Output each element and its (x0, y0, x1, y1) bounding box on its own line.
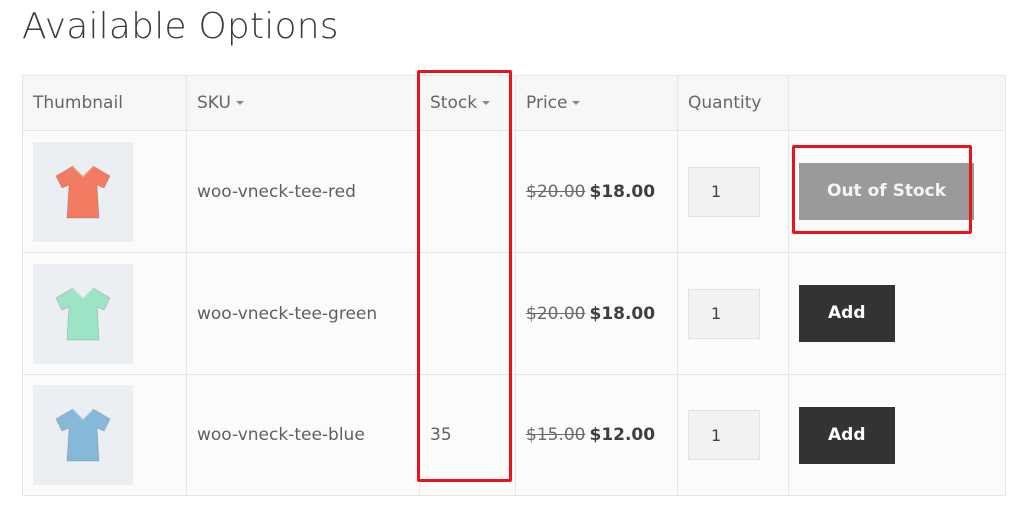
action-cell: Out of Stock (788, 130, 1006, 253)
tshirt-icon (55, 164, 111, 218)
column-header-price[interactable]: Price (515, 75, 678, 131)
page: Available Options Thumbnail SKU Stock Pr… (0, 0, 1019, 527)
add-button[interactable]: Add (799, 285, 895, 342)
regular-price: $20.00 (526, 181, 586, 202)
table-row: woo-vneck-tee-red $20.00$18.00 Out of St… (22, 130, 1006, 253)
column-header-thumbnail: Thumbnail (22, 75, 187, 131)
table-row: woo-vneck-tee-blue 35 $15.00$12.00 Add (22, 374, 1006, 496)
sku-cell: woo-vneck-tee-green (186, 252, 420, 375)
regular-price: $20.00 (526, 303, 586, 324)
product-thumbnail[interactable] (33, 141, 133, 242)
thumbnail-cell (22, 374, 187, 496)
table-header-row: Thumbnail SKU Stock Price Quantity (22, 75, 1006, 131)
tshirt-icon (55, 408, 111, 462)
sale-price: $18.00 (589, 303, 656, 324)
sort-caret-icon[interactable] (235, 101, 244, 105)
price-cell: $20.00 $18.00 (515, 130, 678, 253)
thumbnail-cell (22, 130, 187, 253)
column-label: Price (526, 93, 568, 113)
add-button[interactable]: Add (799, 406, 895, 464)
quantity-cell (677, 130, 789, 253)
quantity-input[interactable] (688, 410, 760, 460)
page-title: Available Options (22, 6, 339, 47)
sku-cell: woo-vneck-tee-red (186, 130, 420, 253)
quantity-input[interactable] (688, 288, 760, 339)
sku-text: woo-vneck-tee-green (197, 303, 378, 324)
stock-cell: 35 (419, 374, 516, 496)
action-cell: Add (788, 252, 1006, 375)
action-cell: Add (788, 374, 1006, 496)
sale-price: $12.00 (589, 425, 656, 445)
quantity-cell (677, 252, 789, 375)
product-thumbnail[interactable] (33, 263, 133, 364)
sort-caret-icon[interactable] (482, 101, 491, 105)
sku-cell: woo-vneck-tee-blue (186, 374, 420, 496)
quantity-cell (677, 374, 789, 496)
stock-value: 35 (430, 425, 452, 445)
sort-caret-icon[interactable] (572, 101, 581, 105)
column-header-stock[interactable]: Stock (419, 75, 516, 131)
sku-text: woo-vneck-tee-blue (197, 425, 365, 445)
tshirt-icon (55, 286, 111, 340)
column-header-quantity: Quantity (677, 75, 789, 131)
thumbnail-cell (22, 252, 187, 375)
table-row: woo-vneck-tee-green $20.00$18.00 Add (22, 252, 1006, 375)
sku-text: woo-vneck-tee-red (197, 181, 356, 202)
column-header-sku[interactable]: SKU (186, 75, 420, 131)
column-label: SKU (197, 93, 231, 113)
stock-cell (419, 252, 516, 375)
price-cell: $15.00 $12.00 (515, 374, 678, 496)
sale-price: $18.00 (589, 181, 656, 202)
column-label: Quantity (688, 93, 762, 113)
regular-price: $15.00 (526, 425, 586, 445)
stock-cell (419, 130, 516, 253)
product-thumbnail[interactable] (33, 385, 133, 485)
options-table: Thumbnail SKU Stock Price Quantity woo-v… (22, 75, 1006, 496)
column-header-action (788, 75, 1006, 131)
out-of-stock-button[interactable]: Out of Stock (799, 163, 975, 220)
quantity-input[interactable] (688, 166, 760, 217)
price-cell: $20.00 $18.00 (515, 252, 678, 375)
column-label: Stock (430, 93, 478, 113)
column-label: Thumbnail (33, 93, 123, 113)
